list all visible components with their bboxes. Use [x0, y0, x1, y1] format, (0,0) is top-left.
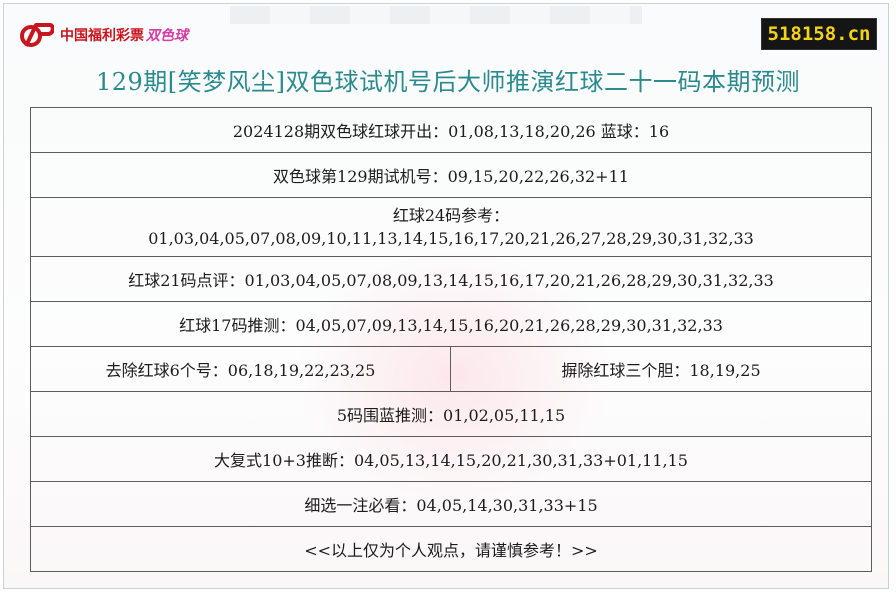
decorative-stripe [230, 6, 642, 24]
lottery-logo-icon [20, 22, 55, 48]
site-domain-badge: 518158.cn [762, 19, 876, 49]
red21-cell: 红球21码点评：01,03,04,05,07,08,09,13,14,15,16… [29, 256, 873, 302]
table-row: 2024128期双色球红球开出：01,08,13,18,20,26 蓝球：16 [29, 107, 873, 153]
red24-label: 红球24码参考： [392, 206, 510, 225]
table-row: 红球17码推测：04,05,07,09,13,14,15,16,20,21,26… [29, 301, 873, 347]
table-row: 细选一注必看：04,05,14,30,31,33+15 [29, 481, 873, 527]
table-row: <<以上仅为个人观点，请谨慎参考！>> [29, 526, 873, 572]
pick-cell: 细选一注必看：04,05,14,30,31,33+15 [29, 481, 873, 527]
trial-numbers-cell: 双色球第129期试机号：09,15,20,22,26,32+11 [29, 152, 873, 198]
draw-result-cell: 2024128期双色球红球开出：01,08,13,18,20,26 蓝球：16 [29, 107, 873, 153]
red17-cell: 红球17码推测：04,05,07,09,13,14,15,16,20,21,26… [29, 301, 873, 347]
logo-game-name: 双色球 [146, 28, 188, 44]
red24-cell: 红球24码参考： 01,03,04,05,07,08,09,10,11,13,1… [29, 197, 873, 257]
table-row: 红球24码参考： 01,03,04,05,07,08,09,10,11,13,1… [29, 197, 873, 257]
table-row: 5码围蓝推测：01,02,05,11,15 [29, 391, 873, 437]
disclaimer-cell: <<以上仅为个人观点，请谨慎参考！>> [29, 526, 873, 572]
compound-cell: 大复式10+3推断：04,05,13,14,15,20,21,30,31,33+… [29, 436, 873, 482]
table-row: 大复式10+3推断：04,05,13,14,15,20,21,30,31,33+… [29, 436, 873, 482]
blue5-cell: 5码围蓝推测：01,02,05,11,15 [29, 391, 873, 437]
red24-numbers: 01,03,04,05,07,08,09,10,11,13,14,15,16,1… [148, 229, 754, 248]
table-row: 去除红球6个号：06,18,19,22,23,25 摒除红球三个胆：18,19,… [30, 346, 873, 392]
remove6-cell: 去除红球6个号：06,18,19,22,23,25 [30, 346, 451, 392]
page-title: 129期[笑梦风尘]双色球试机号后大师推演红球二十一码本期预测 [95, 68, 801, 96]
logo-text: 中国福利彩票 [60, 28, 144, 44]
kill3-cell: 摒除红球三个胆：18,19,25 [449, 346, 873, 392]
table-row: 红球21码点评：01,03,04,05,07,08,09,13,14,15,16… [29, 256, 873, 302]
prediction-table: 2024128期双色球红球开出：01,08,13,18,20,26 蓝球：16 … [29, 107, 873, 572]
welfare-lottery-logo: 中国福利彩票 双色球 [20, 22, 188, 48]
table-row: 双色球第129期试机号：09,15,20,22,26,32+11 [29, 152, 873, 198]
